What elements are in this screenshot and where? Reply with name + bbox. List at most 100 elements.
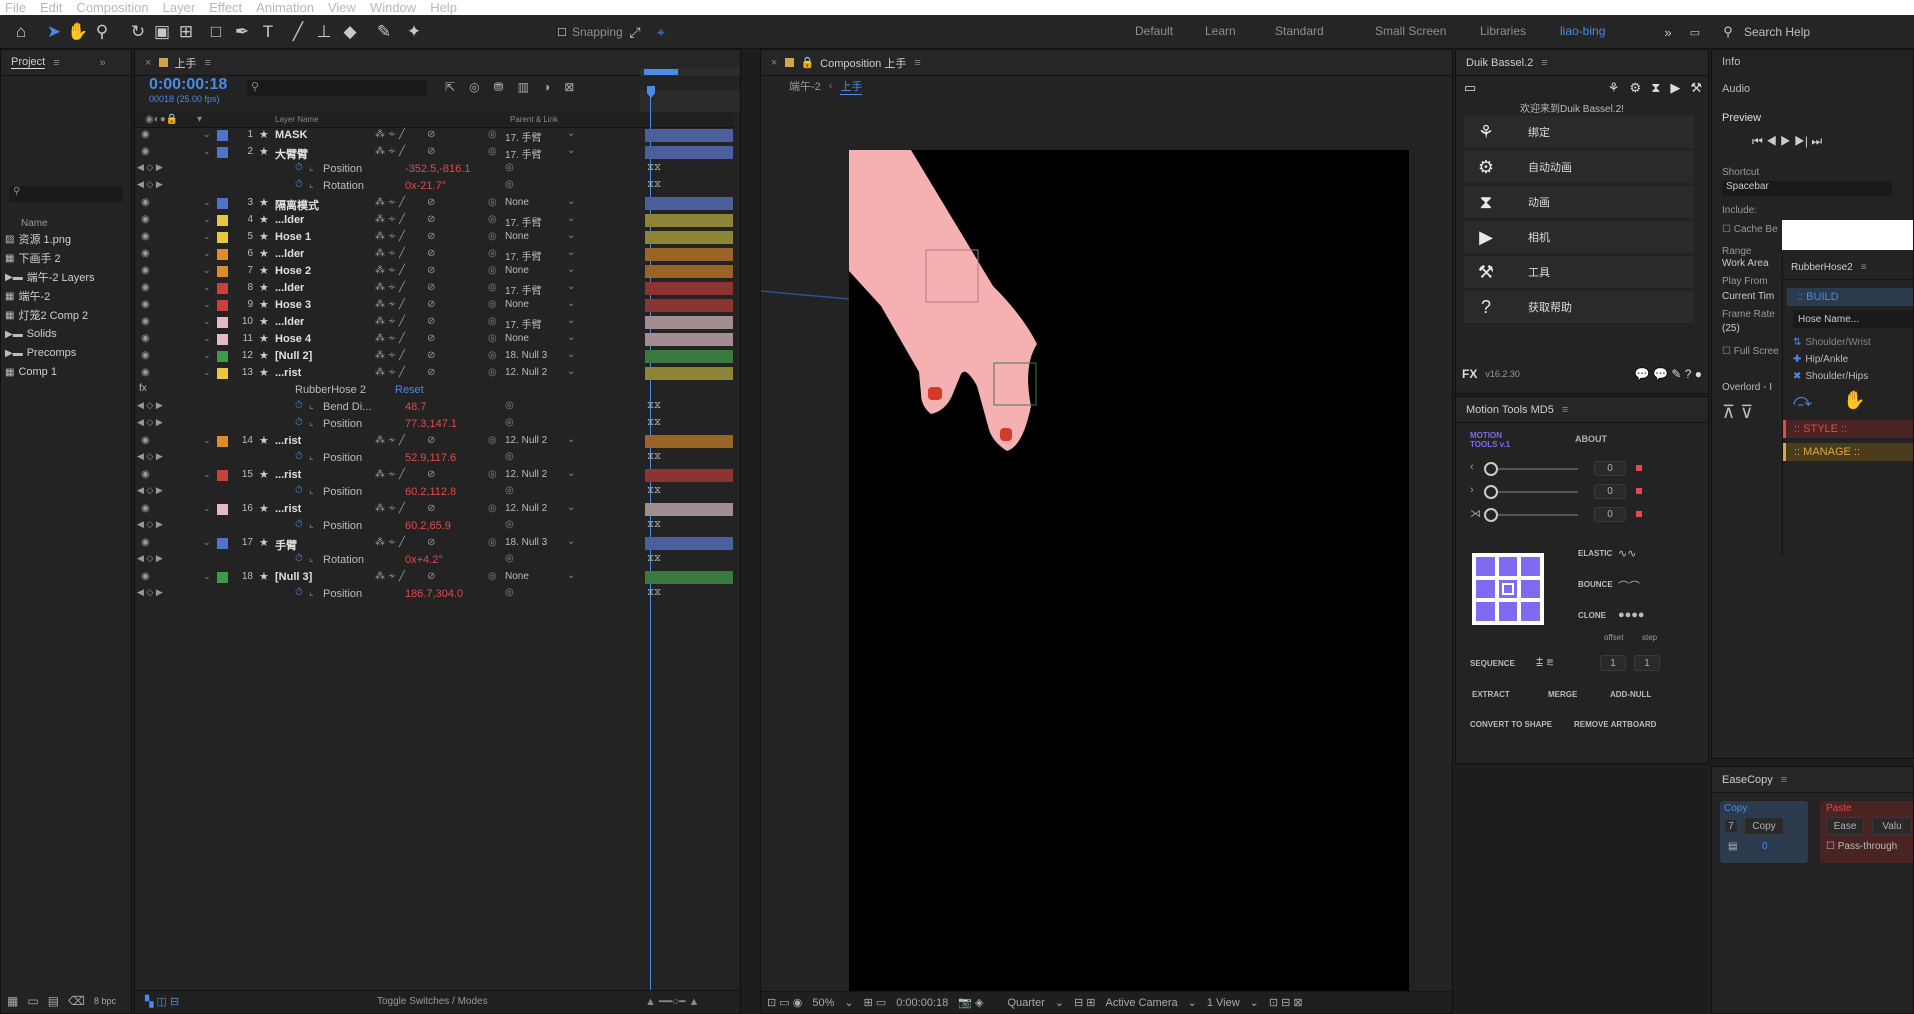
offset-input[interactable]: 1 — [1600, 655, 1626, 671]
draft-3d-icon[interactable]: ◎ — [469, 80, 479, 94]
pick-whip-icon[interactable]: ◎ — [488, 503, 497, 514]
pick-whip-icon[interactable]: ◎ — [488, 248, 497, 259]
search-help-field[interactable]: Search Help — [1744, 25, 1810, 39]
chevron-down-icon[interactable]: ⌄ — [203, 231, 211, 242]
anchor-cell[interactable] — [1521, 602, 1540, 621]
label-color-swatch[interactable] — [217, 232, 228, 243]
graph-icon[interactable]: ⌞ — [309, 179, 314, 190]
project-item[interactable]: ▦ 端午-2 — [1, 287, 131, 305]
anchor-cell[interactable] — [1498, 579, 1518, 599]
layer-duration-bar[interactable] — [645, 537, 733, 550]
duik-footer-icons[interactable]: 💬 💬 ✎ ? ● — [1635, 367, 1702, 381]
pick-whip-icon[interactable]: ◎ — [488, 282, 497, 293]
chevron-down-icon[interactable]: ⌄ — [203, 367, 211, 378]
link-icon[interactable]: ⊘ — [427, 435, 435, 446]
stopwatch-icon[interactable]: ⏱ — [295, 485, 303, 496]
new-comp-icon[interactable]: ▤ — [48, 994, 59, 1008]
pen-tool-icon[interactable]: ✒ — [232, 21, 252, 43]
pick-whip-icon[interactable]: ◎ — [505, 587, 514, 598]
chevron-down-icon[interactable]: ⌄ — [203, 503, 211, 514]
layer-switches[interactable]: ⁂ ∻ ╱ — [375, 469, 405, 480]
shortcut-dropdown[interactable]: Spacebar — [1722, 181, 1892, 196]
layer-name[interactable]: ...lder — [275, 214, 304, 226]
keyframe-marker[interactable]: ⧖⧖ — [647, 162, 661, 173]
hand-tool-icon[interactable]: ✋ — [67, 21, 88, 43]
menu-view[interactable]: View — [328, 0, 356, 15]
layer-duration-bar[interactable] — [645, 248, 733, 261]
layer-switches[interactable]: ⁂ ∻ ╱ — [375, 129, 405, 140]
frame-blend-icon[interactable]: ▥ — [518, 80, 529, 94]
link-icon[interactable]: ⊘ — [427, 350, 435, 361]
layer-row[interactable]: ◉ ⌄ 2 ★ 大臂臂 ⁂ ∻ ╱ ⊘ ◎ 17. 手臂 ⌄ — [135, 144, 740, 161]
chevron-down-icon[interactable]: ⌄ — [203, 214, 211, 225]
more-workspaces-icon[interactable]: » — [1660, 21, 1676, 43]
property-row[interactable]: ◀ ◇ ▶ ⏱ ⌞ Rotation 0x+4.2° ◎ ⧖⧖ — [135, 552, 740, 569]
visibility-eye-icon[interactable]: ◉ — [141, 231, 150, 242]
chevron-down-icon[interactable]: ⌄ — [203, 282, 211, 293]
label-color-swatch[interactable] — [217, 334, 228, 345]
parent-link-header[interactable]: Parent & Link — [510, 115, 558, 124]
visibility-eye-icon[interactable]: ◉ — [141, 129, 150, 140]
layer-duration-bar[interactable] — [645, 129, 733, 142]
link-icon[interactable]: ⊘ — [427, 129, 435, 140]
graph-editor-icon[interactable]: ⊠ — [564, 80, 574, 94]
parent-dropdown[interactable]: 17. 手臂 — [505, 146, 542, 161]
project-item[interactable]: ▶▬ Precomps — [1, 344, 131, 362]
layer-row[interactable]: ◉ ⌄ 4 ★ ...lder ⁂ ∻ ╱ ⊘ ◎ 17. 手臂 ⌄ — [135, 212, 740, 229]
label-color-swatch[interactable] — [217, 317, 228, 328]
value-button[interactable]: Valu — [1872, 817, 1912, 835]
keyframe-marker[interactable]: ⧖⧖ — [647, 417, 661, 428]
stopwatch-icon[interactable]: ⏱ — [295, 519, 303, 530]
visibility-eye-icon[interactable]: ◉ — [141, 571, 150, 582]
duik-camera-icon[interactable]: ▶ — [1670, 80, 1680, 98]
duik-menu-item[interactable]: ⧗ 动画 — [1464, 186, 1694, 218]
parent-dropdown[interactable]: 12. Null 2 — [505, 367, 547, 378]
full-screen-checkbox[interactable]: ☐ Full Scree — [1722, 346, 1779, 357]
bpc-label[interactable]: 8 bpc — [94, 996, 116, 1006]
keyframe-nav-icons[interactable]: ◀ ◇ ▶ — [137, 162, 163, 173]
panel-menu-icon[interactable]: ≡ — [53, 57, 59, 69]
stopwatch-icon[interactable]: ⏱ — [295, 162, 303, 173]
close-tab-icon[interactable]: × — [771, 57, 777, 69]
keyframe-nav-icons[interactable]: ◀ ◇ ▶ — [137, 485, 163, 496]
pan-behind-tool-icon[interactable]: ⊞ — [176, 21, 196, 43]
project-item[interactable]: ▶▬ 端午-2 Layers — [1, 268, 131, 286]
layer-row[interactable]: ◉ ⌄ 12 ★ [Null 2] ⁂ ∻ ╱ ⊘ ◎ 18. Null 3 ⌄ — [135, 348, 740, 365]
chevron-down-icon[interactable]: ⌄ — [203, 299, 211, 310]
layer-duration-bar[interactable] — [645, 214, 733, 227]
graph-icon[interactable]: ⌞ — [309, 451, 314, 462]
pick-whip-icon[interactable]: ◎ — [488, 146, 497, 157]
time-ruler[interactable] — [640, 90, 740, 112]
visibility-eye-icon[interactable]: ◉ — [141, 197, 150, 208]
graph-icon[interactable]: ⌞ — [309, 553, 314, 564]
chevron-down-icon[interactable]: ⌄ — [203, 571, 211, 582]
link-icon[interactable]: ⊘ — [427, 537, 435, 548]
pick-whip-icon[interactable]: ◎ — [488, 129, 497, 140]
property-row[interactable]: ◀ ◇ ▶ ⏱ ⌞ Position 186.7,304.0 ◎ ⧖⧖ — [135, 586, 740, 603]
zoom-slider[interactable]: ▲ ━━○━ ▲ — [645, 995, 699, 1008]
chevron-down-icon[interactable]: ⌄ — [203, 197, 211, 208]
parent-dropdown[interactable]: 17. 手臂 — [505, 129, 542, 144]
layer-switches[interactable]: ⁂ ∻ ╱ — [375, 265, 405, 276]
step-input[interactable]: 1 — [1634, 655, 1660, 671]
duik-menu-item[interactable]: ⚒ 工具 — [1464, 256, 1694, 288]
layer-switches[interactable]: ⁂ ∻ ╱ — [375, 435, 405, 446]
project-search-input[interactable]: ⚲ — [9, 186, 123, 202]
layer-duration-bar[interactable] — [645, 350, 733, 363]
clone-button[interactable]: CLONE — [1578, 611, 1606, 620]
slider-value-input[interactable]: 0 — [1594, 507, 1626, 522]
menu-composition[interactable]: Composition — [76, 0, 148, 15]
layer-switches[interactable]: ⁂ ∻ ╱ — [375, 231, 405, 242]
layer-switches[interactable]: ⁂ ∻ ╱ — [375, 333, 405, 344]
pick-whip-icon[interactable]: ◎ — [505, 485, 514, 496]
layer-name[interactable]: [Null 2] — [275, 350, 312, 362]
layer-duration-bar[interactable] — [645, 503, 733, 516]
new-folder-icon[interactable]: ▭ — [27, 994, 38, 1008]
visibility-eye-icon[interactable]: ◉ — [141, 350, 150, 361]
slider-track[interactable] — [1488, 514, 1578, 516]
link-icon[interactable]: ⊘ — [427, 265, 435, 276]
anchor-cell[interactable] — [1498, 557, 1518, 576]
layer-name[interactable]: Hose 3 — [275, 299, 311, 311]
shape-tool-icon[interactable]: □ — [206, 21, 226, 43]
link-icon[interactable]: ⊘ — [427, 146, 435, 157]
